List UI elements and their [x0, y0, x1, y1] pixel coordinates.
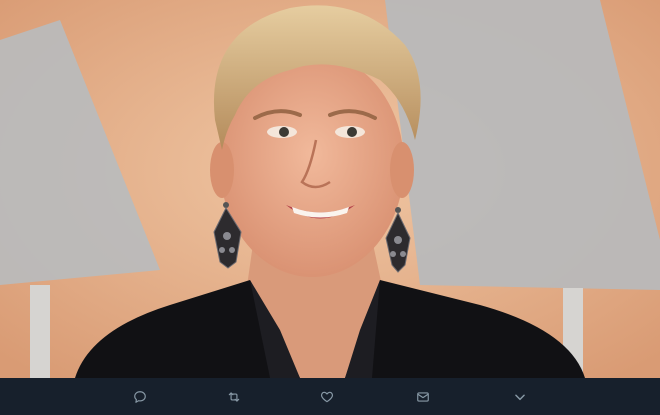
stand-left: [30, 285, 50, 378]
like-button[interactable]: [311, 378, 347, 415]
retweet-button[interactable]: [218, 378, 254, 415]
reply-icon: [134, 390, 146, 403]
tweet-action-bar: [0, 378, 660, 415]
direct-message-button[interactable]: [405, 378, 441, 415]
envelope-icon: [417, 391, 429, 402]
heart-icon: [320, 391, 334, 402]
ear-left: [210, 142, 234, 198]
reply-button[interactable]: [124, 378, 160, 415]
portrait-image: [0, 0, 660, 378]
ear-right: [390, 142, 414, 198]
retweet-icon: [228, 391, 240, 402]
chevron-down-icon: [515, 394, 525, 400]
photo[interactable]: [0, 0, 660, 378]
media-viewer: [0, 0, 660, 415]
more-options-button[interactable]: [502, 378, 538, 415]
